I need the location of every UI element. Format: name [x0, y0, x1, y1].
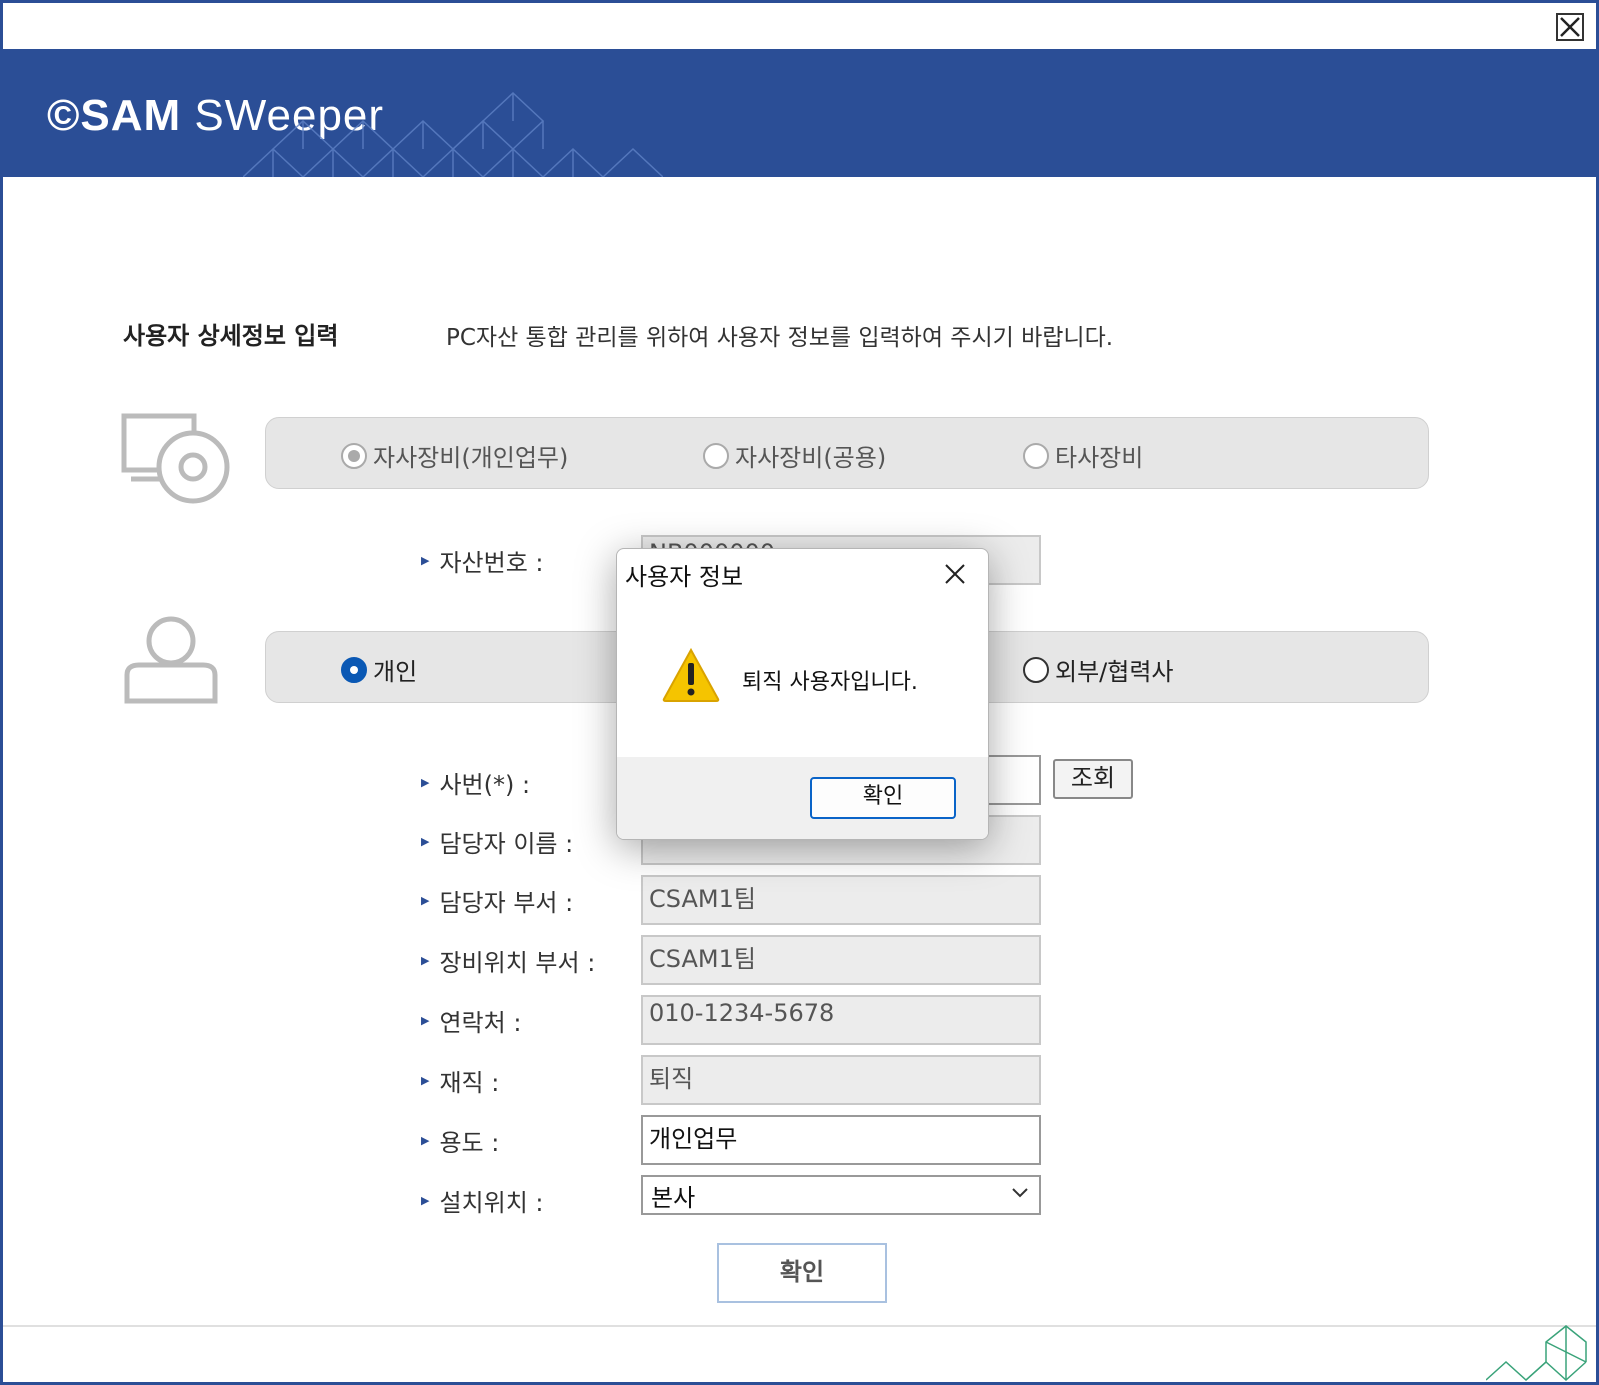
location-dept-label: ▶ 장비위치 부서 :	[421, 943, 595, 978]
radio-label: 외부/협력사	[1055, 658, 1174, 686]
equipment-type-group: 자사장비(개인업무) 자사장비(공용) 타사장비	[265, 417, 1429, 489]
radio-own-shared[interactable]: 자사장비(공용)	[703, 438, 886, 473]
cube-pattern-graphic	[243, 91, 663, 177]
bullet-icon: ▶	[421, 835, 430, 848]
user-info-dialog: 사용자 정보 퇴직 사용자입니다. 확인	[616, 548, 989, 840]
bullet-icon: ▶	[421, 894, 430, 907]
select-value: 본사	[651, 1184, 696, 1212]
asset-number-label: ▶ 자산번호 :	[421, 543, 544, 578]
dialog-ok-button[interactable]: 확인	[810, 777, 956, 819]
cube-corner-graphic	[1486, 1325, 1587, 1382]
radio-label: 자사장비(개인업무)	[373, 444, 569, 472]
bullet-icon: ▶	[421, 1194, 430, 1207]
page-title: 사용자 상세정보 입력	[123, 322, 339, 350]
dialog-footer: 확인	[617, 757, 988, 839]
title-bar	[3, 3, 1596, 49]
radio-label: 타사장비	[1055, 444, 1144, 472]
bullet-icon: ▶	[421, 776, 430, 789]
bullet-icon: ▶	[421, 554, 430, 567]
brand-banner: ©SAM SWeeper	[3, 49, 1596, 177]
radio-button	[1023, 442, 1049, 469]
label-text: 담당자 이름 :	[439, 830, 574, 858]
dialog-message: 퇴직 사용자입니다.	[742, 670, 918, 695]
employment-status-field[interactable]: 퇴직	[641, 1055, 1041, 1105]
user-icon	[124, 616, 218, 704]
warning-icon	[662, 647, 720, 702]
close-icon[interactable]	[940, 559, 970, 589]
dialog-body: 퇴직 사용자입니다.	[617, 599, 988, 757]
label-text: 담당자 부서 :	[439, 889, 574, 917]
contact-field[interactable]: 010-1234-5678	[641, 995, 1041, 1045]
bullet-icon: ▶	[421, 954, 430, 967]
usage-label: ▶ 용도 :	[421, 1123, 499, 1158]
label-text: 사번(*) :	[439, 771, 531, 799]
radio-button	[341, 656, 367, 683]
label-text: 용도 :	[439, 1129, 500, 1157]
confirm-button[interactable]: 확인	[717, 1243, 887, 1303]
bullet-icon: ▶	[421, 1074, 430, 1087]
radio-label: 개인	[373, 658, 418, 686]
radio-other-company[interactable]: 타사장비	[1023, 438, 1143, 473]
label-text: 장비위치 부서 :	[439, 949, 596, 977]
label-text: 자산번호 :	[439, 549, 544, 577]
install-location-label: ▶ 설치위치 :	[421, 1183, 544, 1218]
contact-label: ▶ 연락처 :	[421, 1003, 521, 1038]
dialog-title: 사용자 정보	[625, 563, 744, 591]
radio-individual[interactable]: 개인	[341, 652, 417, 687]
radio-button	[341, 442, 367, 469]
install-location-select[interactable]: 본사	[641, 1175, 1041, 1215]
lookup-button[interactable]: 조회	[1053, 759, 1133, 799]
radio-own-personal[interactable]: 자사장비(개인업무)	[341, 438, 568, 473]
chevron-down-icon	[1012, 1188, 1028, 1198]
radio-external-partner[interactable]: 외부/협력사	[1023, 652, 1174, 687]
employment-status-label: ▶ 재직 :	[421, 1063, 499, 1098]
bullet-icon: ▶	[421, 1134, 430, 1147]
app-window: ©SAM SWeeper 사용자 상세정보 입력 PC자산 통합 관리를 위하여…	[0, 0, 1599, 1385]
radio-button	[703, 442, 729, 469]
label-text: 설치위치 :	[439, 1189, 544, 1217]
close-box-icon[interactable]	[1556, 13, 1584, 41]
page-description: PC자산 통합 관리를 위하여 사용자 정보를 입력하여 주시기 바랍니다.	[446, 325, 1114, 351]
manager-dept-field[interactable]: CSAM1팀	[641, 875, 1041, 925]
manager-name-label: ▶ 담당자 이름 :	[421, 824, 573, 859]
label-text: 연락처 :	[439, 1009, 522, 1037]
logo-mark: ©	[47, 91, 81, 140]
label-text: 재직 :	[439, 1069, 500, 1097]
monitor-disc-icon	[121, 413, 230, 504]
radio-button	[1023, 656, 1049, 683]
logo-bold: SAM	[80, 91, 182, 140]
usage-input[interactable]: 개인업무	[641, 1115, 1041, 1165]
footer-divider	[3, 1325, 1596, 1327]
manager-dept-label: ▶ 담당자 부서 :	[421, 883, 573, 918]
bullet-icon: ▶	[421, 1014, 430, 1027]
employee-id-label: ▶ 사번(*) :	[421, 765, 530, 800]
radio-label: 자사장비(공용)	[735, 444, 887, 472]
location-dept-field[interactable]: CSAM1팀	[641, 935, 1041, 985]
